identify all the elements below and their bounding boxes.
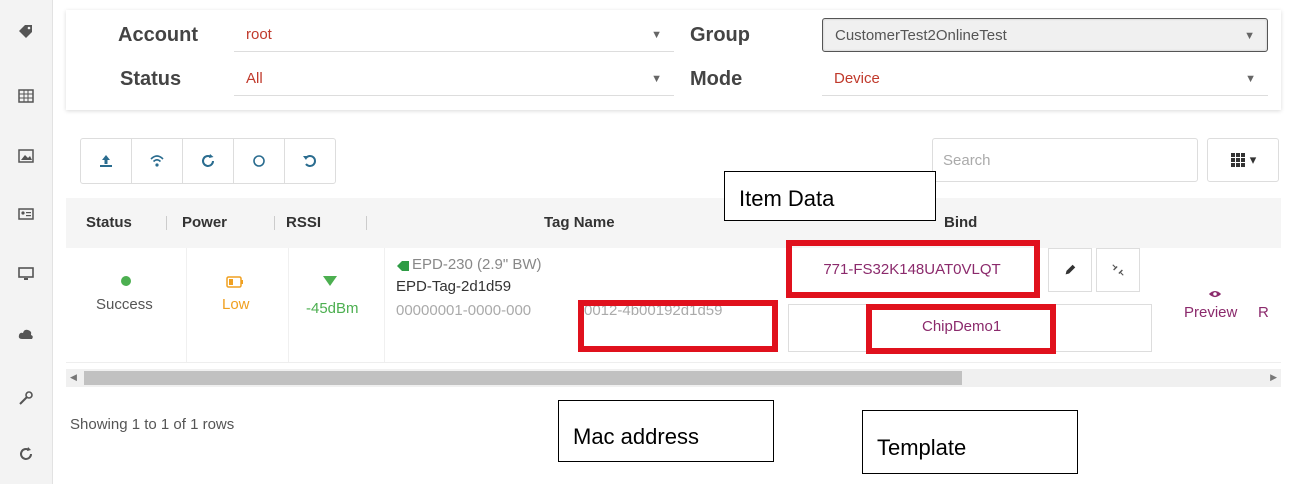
status-select[interactable]: All ▼ xyxy=(234,62,674,96)
unlink-button[interactable] xyxy=(1096,248,1140,292)
table-header: Status Power RSSI Tag Name Bind xyxy=(66,198,1281,248)
scroll-thumb[interactable] xyxy=(84,371,962,385)
toolbar xyxy=(80,138,336,184)
refresh-icon[interactable] xyxy=(12,442,40,466)
horizontal-scrollbar[interactable]: ◀ ▶ xyxy=(66,369,1281,387)
sidebar xyxy=(0,0,53,484)
callout-template: Template xyxy=(862,410,1078,474)
r-column-link[interactable]: R xyxy=(1258,304,1269,321)
undo-icon xyxy=(303,155,316,167)
image-icon[interactable] xyxy=(12,144,40,168)
chevron-down-icon: ▼ xyxy=(651,29,662,41)
account-label: Account xyxy=(118,24,198,46)
col-tag-name[interactable]: Tag Name xyxy=(544,198,615,248)
chevron-down-icon: ▼ xyxy=(651,73,662,85)
search-input[interactable] xyxy=(932,138,1198,182)
rssi-value: -45dBm xyxy=(306,300,359,317)
circle-icon xyxy=(253,155,265,167)
mac-prefix: 00000001-0000-000 xyxy=(396,302,532,319)
highlight-item-data xyxy=(786,240,1040,298)
sort-divider xyxy=(274,216,275,230)
status-label: Status xyxy=(120,68,182,90)
id-card-icon[interactable] xyxy=(12,202,40,226)
wrench-icon[interactable] xyxy=(12,386,40,410)
highlight-mac-address xyxy=(578,300,778,352)
mode-value: Device xyxy=(834,70,880,87)
signal-icon xyxy=(322,274,338,293)
unlink-icon xyxy=(1112,264,1124,276)
wifi-button[interactable] xyxy=(132,139,183,183)
pencil-icon xyxy=(1065,264,1076,275)
sort-divider xyxy=(166,216,167,230)
col-status[interactable]: Status xyxy=(86,198,132,248)
scroll-left-icon[interactable]: ◀ xyxy=(70,372,77,383)
undo-button[interactable] xyxy=(285,139,335,183)
scroll-right-icon[interactable]: ▶ xyxy=(1270,372,1277,383)
chevron-down-icon: ▼ xyxy=(1245,73,1256,85)
status-value: All xyxy=(246,70,263,87)
cloud-icon[interactable] xyxy=(12,322,40,346)
group-label: Group xyxy=(690,24,750,46)
callout-mac-address: Mac address xyxy=(558,400,774,462)
sync-button[interactable] xyxy=(183,139,234,183)
tag-name: EPD-Tag-2d1d59 xyxy=(396,278,512,295)
tag-icon[interactable] xyxy=(12,20,40,44)
edit-button[interactable] xyxy=(1048,248,1092,292)
chevron-down-icon: ▾ xyxy=(1249,152,1257,167)
grid-icon[interactable] xyxy=(12,84,40,108)
upload-icon xyxy=(100,155,112,167)
cell-divider xyxy=(288,248,289,362)
account-select[interactable]: root ▼ xyxy=(234,18,674,52)
upload-button[interactable] xyxy=(81,139,132,183)
group-select[interactable]: CustomerTest2OnlineTest ▼ xyxy=(822,18,1268,52)
monitor-icon[interactable] xyxy=(12,262,40,286)
eye-icon xyxy=(1208,286,1222,304)
battery-icon xyxy=(226,275,244,293)
circle-button[interactable] xyxy=(234,139,285,183)
cell-divider xyxy=(186,248,187,362)
rows-info: Showing 1 to 1 of 1 rows xyxy=(70,416,235,433)
filter-panel: Account root ▼ Status All ▼ Group Custom… xyxy=(66,10,1281,110)
power-value: Low xyxy=(222,296,250,313)
col-power[interactable]: Power xyxy=(182,198,227,248)
wifi-icon xyxy=(150,155,164,167)
tag-type: EPD-230 (2.9" BW) xyxy=(412,256,542,273)
highlight-template xyxy=(866,304,1056,354)
sort-divider xyxy=(366,216,367,230)
col-rssi[interactable]: RSSI xyxy=(286,198,321,248)
mode-select[interactable]: Device ▼ xyxy=(822,62,1268,96)
mode-label: Mode xyxy=(690,68,743,90)
columns-button[interactable]: ▾ xyxy=(1207,138,1279,182)
group-value: CustomerTest2OnlineTest xyxy=(835,27,1007,44)
status-value: Success xyxy=(96,296,153,313)
refresh-icon xyxy=(202,154,214,167)
callout-item-data: Item Data xyxy=(724,171,936,221)
status-dot-icon xyxy=(121,276,131,286)
preview-link[interactable]: Preview xyxy=(1184,304,1237,321)
account-value: root xyxy=(246,26,272,43)
cell-divider xyxy=(384,248,385,362)
chevron-down-icon: ▼ xyxy=(1244,30,1255,42)
grid-icon xyxy=(1230,153,1245,167)
tag-icon xyxy=(396,259,410,277)
